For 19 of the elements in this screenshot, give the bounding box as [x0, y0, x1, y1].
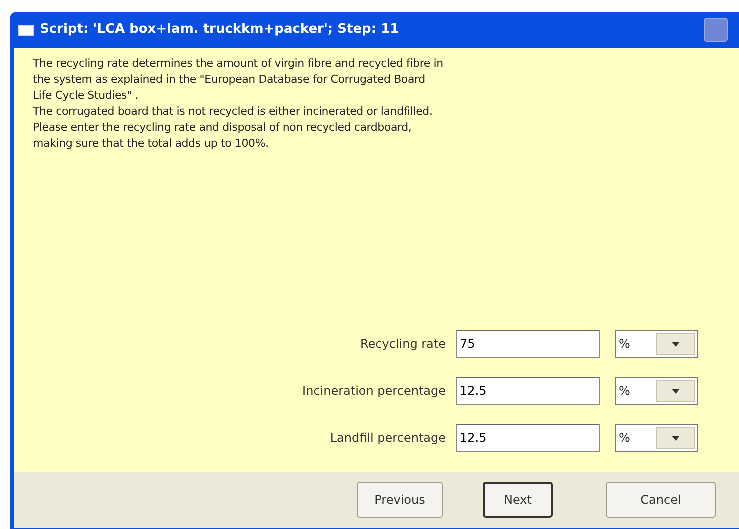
- unit-dropdown[interactable]: %: [615, 424, 698, 452]
- dialog-button[interactable]: Previous: [357, 482, 443, 518]
- caret-icon: [656, 333, 695, 355]
- input-field[interactable]: 75: [456, 330, 600, 358]
- dialog-button[interactable]: Next: [483, 482, 553, 518]
- field-label: Recycling rate: [359, 336, 447, 353]
- window-icon: [18, 24, 34, 36]
- caret-icon: [656, 380, 695, 402]
- unit-dropdown[interactable]: %: [615, 330, 698, 358]
- dialog-button[interactable]: Cancel: [606, 482, 716, 518]
- field-label: Landfill percentage: [329, 430, 447, 447]
- window-title: Script: 'LCA box+lam. truckkm+packer'; Step: 11: [40, 21, 400, 40]
- input-field[interactable]: 12.5: [456, 424, 600, 452]
- caret-icon: [656, 427, 695, 449]
- instructions-text: The recycling rate determines the amount of virgin fibre and recycled fibre in the system as explained in the "European Database for Corrugated Board Life Cycle Studies" . The corrugated board that is not recycled is either incinerated or landfilled. Please enter the recycling rate and disposal of non recycled cardboard, making sure that the total adds up to 100%.: [32, 56, 444, 152]
- input-field[interactable]: 12.5: [456, 377, 600, 405]
- field-label: Incineration percentage: [302, 383, 447, 400]
- close-button[interactable]: [704, 18, 728, 42]
- unit-dropdown[interactable]: %: [615, 377, 698, 405]
